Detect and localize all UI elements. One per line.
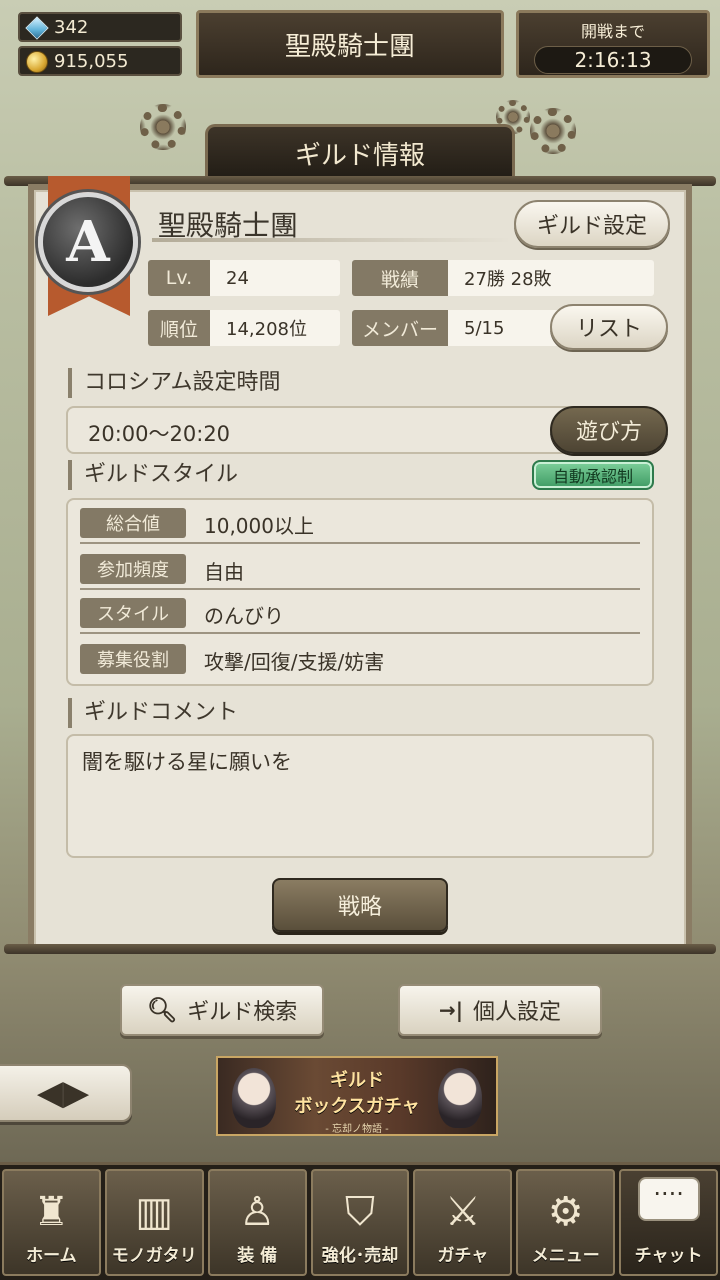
battle-countdown-timer: 2:16:13: [534, 46, 692, 74]
style-row-frequency: 参加頻度 自由: [80, 548, 640, 590]
personal-settings-label: 個人設定: [473, 1000, 562, 1025]
gear-decoration-icon: [530, 108, 576, 154]
gem-icon: [25, 16, 49, 40]
nav-story[interactable]: ▥ モノガタリ: [104, 1169, 204, 1276]
coin-counter: 915,055: [18, 46, 182, 76]
nav-label: メニュー: [531, 1246, 600, 1266]
rank-label: 順位: [148, 310, 210, 346]
book-icon: ▥: [135, 1189, 174, 1235]
strategy-label: 戦略: [337, 895, 382, 920]
nav-gacha[interactable]: ⚔ ガチャ: [413, 1169, 513, 1276]
style-box: 総合値 10,000以上 参加頻度 自由 スタイル のんびり 募集役割 攻撃/回…: [66, 498, 654, 686]
record-label: 戦績: [352, 260, 448, 296]
nav-enhance[interactable]: ⛉ 強化･売却: [310, 1169, 410, 1276]
member-list-label: リスト: [575, 317, 642, 342]
guild-settings-button[interactable]: ギルド設定: [514, 200, 670, 248]
puppet-icon: ♙: [239, 1189, 276, 1235]
emblem-letter: A: [66, 209, 110, 275]
guild-title: 聖殿騎士團: [284, 31, 415, 62]
rank-value: 14,208位: [210, 310, 340, 346]
search-icon: 🔍︎: [146, 996, 178, 1024]
auto-approve-badge: 自動承認制: [532, 460, 654, 490]
strategy-button[interactable]: 戦略: [272, 878, 448, 932]
guild-search-label: ギルド検索: [187, 1000, 298, 1025]
level-label: Lv.: [148, 260, 210, 296]
style-row-label: 募集役割: [80, 644, 186, 674]
style-heading: ギルドスタイル: [68, 460, 238, 490]
personal-settings-button[interactable]: →| 個人設定: [398, 984, 602, 1036]
level-value: 24: [210, 260, 340, 296]
nav-label: ガチャ: [437, 1246, 489, 1266]
colosseum-heading: コロシアム設定時間: [68, 368, 280, 398]
nav-label: チャット: [634, 1246, 703, 1266]
chat-icon: ····: [637, 1177, 700, 1221]
nav-label: 装 備: [237, 1246, 278, 1266]
comment-heading: ギルドコメント: [68, 698, 238, 728]
nav-chat[interactable]: ···· チャット: [619, 1169, 719, 1276]
style-row-value: 自由: [204, 560, 244, 584]
guild-emblem: A: [38, 192, 138, 292]
howto-label: 遊び方: [575, 420, 642, 445]
battle-countdown-label: 開戦まで: [580, 22, 645, 41]
coin-icon: [26, 51, 48, 73]
record-value: 27勝 28敗: [448, 260, 654, 296]
style-row-total: 総合値 10,000以上: [80, 502, 640, 544]
guild-name-underline: [152, 238, 512, 242]
style-row-value: のんびり: [204, 604, 284, 628]
battle-countdown: 開戦まで 2:16:13: [516, 10, 710, 78]
style-row-value: 10,000以上: [204, 514, 314, 538]
coin-count: 915,055: [54, 50, 129, 72]
enter-arrow-icon: →|: [438, 998, 464, 1022]
gear-decoration-icon: [140, 104, 186, 150]
back-button[interactable]: ◀▶: [0, 1064, 132, 1122]
style-row-label: スタイル: [80, 598, 186, 628]
colosseum-time: 20:00〜20:20: [88, 422, 231, 446]
guild-search-button[interactable]: 🔍︎ ギルド検索: [120, 984, 324, 1036]
swords-icon: ⚔: [444, 1189, 481, 1235]
panel-bottom-rod: [4, 944, 716, 954]
castle-icon: ♜: [33, 1189, 70, 1235]
style-row-label: 参加頻度: [80, 554, 186, 584]
nav-home[interactable]: ♜ ホーム: [2, 1169, 101, 1276]
panel-title: ギルド情報: [294, 141, 425, 171]
nav-label: モノガタリ: [111, 1246, 197, 1266]
helmet-icon: ⛉: [345, 1189, 375, 1235]
nav-equip[interactable]: ♙ 装 備: [207, 1169, 307, 1276]
character-right-icon: [438, 1068, 482, 1128]
panel-header: ギルド情報: [205, 124, 515, 180]
members-label: メンバー: [352, 310, 448, 346]
howto-button[interactable]: 遊び方: [550, 406, 668, 454]
style-row-label: 総合値: [80, 508, 186, 538]
style-row-style: スタイル のんびり: [80, 592, 640, 634]
bottom-nav: ♜ ホーム ▥ モノガタリ ♙ 装 備 ⛉ 強化･売却 ⚔ ガチャ ⚙ メニュー…: [0, 1162, 720, 1280]
character-left-icon: [232, 1068, 276, 1128]
style-row-value: 攻撃/回復/支援/妨害: [204, 650, 385, 674]
style-row-roles: 募集役割 攻撃/回復/支援/妨害: [80, 638, 640, 680]
guild-title-plate: 聖殿騎士團: [196, 10, 504, 78]
guild-settings-label: ギルド設定: [536, 214, 647, 239]
gem-count: 342: [54, 16, 89, 38]
guild-comment: 闇を駆ける星に願いを: [82, 750, 292, 774]
guild-box-gacha-banner[interactable]: ギルド ボックスガチャ - 忘却ノ物語 -: [216, 1056, 498, 1136]
gears-icon: ⚙: [547, 1189, 584, 1235]
back-arrow-icon: ◀▶: [36, 1073, 90, 1113]
nav-label: ホーム: [26, 1246, 77, 1266]
nav-menu[interactable]: ⚙ メニュー: [516, 1169, 616, 1276]
nav-label: 強化･売却: [321, 1246, 399, 1266]
member-list-button[interactable]: リスト: [550, 304, 668, 350]
gem-counter: 342: [18, 12, 182, 42]
